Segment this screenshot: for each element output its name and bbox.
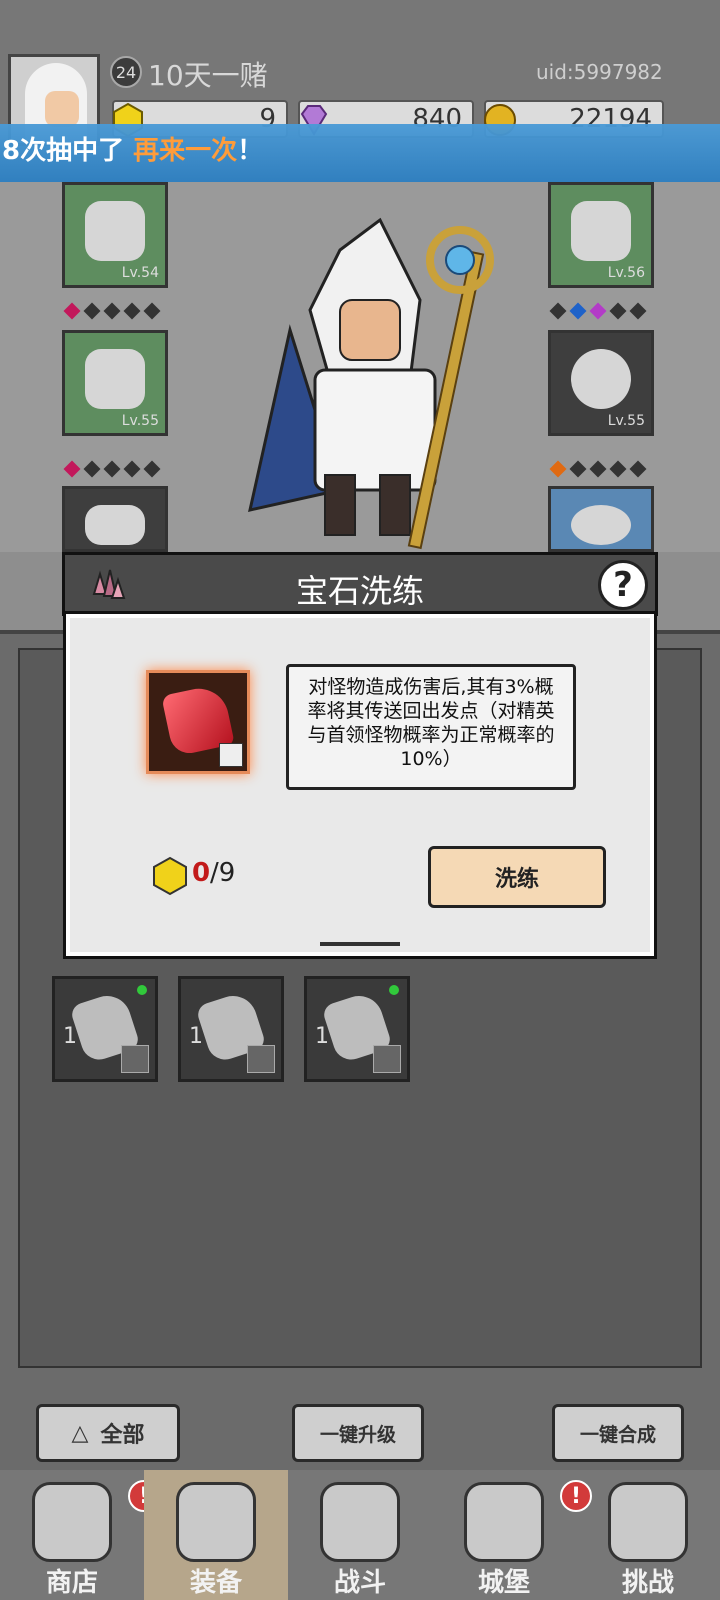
equip-level: Lv.56 [607, 265, 645, 281]
boot-tag-icon [219, 743, 243, 767]
item-quantity: 1 [189, 1024, 203, 1049]
equip-level: Lv.54 [121, 265, 159, 281]
equip-level: Lv.55 [121, 413, 159, 429]
hood-icon [85, 201, 145, 261]
equip-level: Lv.55 [607, 413, 645, 429]
announcement-highlight: 再来一次 [133, 136, 238, 166]
refine-button[interactable]: 洗练 [428, 846, 606, 908]
nav-castle[interactable]: 城堡 [432, 1470, 576, 1600]
cost-required: /9 [210, 858, 236, 888]
crossed-swords-icon [320, 1482, 400, 1562]
equip-slot-hood[interactable]: Lv.54 [62, 182, 168, 288]
filter-all-button[interactable]: △ 全部 [36, 1404, 180, 1462]
gem-slot[interactable] [146, 670, 250, 774]
hero-character [248, 217, 494, 550]
inventory-item[interactable]: 1 [304, 976, 410, 1082]
ring-icon [571, 349, 631, 409]
player-name: 10天一赌 [148, 59, 268, 92]
nav-battle[interactable]: 战斗 [288, 1470, 432, 1600]
refine-label: 洗练 [494, 867, 539, 892]
gem-sockets [63, 302, 166, 320]
yellow-gem-icon [153, 856, 187, 896]
inventory-item[interactable]: 1 [52, 976, 158, 1082]
upgrade-all-button[interactable]: 一键升级 [292, 1404, 424, 1462]
nav-equipment[interactable]: 装备 [144, 1470, 288, 1600]
inventory-item[interactable]: 1 [178, 976, 284, 1082]
nav-castle-label: 城堡 [477, 1568, 530, 1598]
gem-sockets [63, 460, 166, 478]
item-quantity: 1 [63, 1024, 77, 1049]
arm-guard-icon [571, 201, 631, 261]
filter-all-label: 全部 [100, 1423, 145, 1448]
nav-challenge-label: 挑战 [621, 1568, 674, 1598]
gem-sockets [549, 460, 652, 478]
announcement-suffix: ！ [237, 136, 264, 166]
equip-slot-bag[interactable] [62, 486, 168, 552]
backpack-icon [176, 1482, 256, 1562]
equip-slot-cloak[interactable]: Lv.55 [62, 330, 168, 436]
announcement-text: 8次抽中了 再来一次！ [2, 130, 263, 167]
hammer-icon [121, 1045, 149, 1073]
triangle-up-icon: △ [71, 1420, 89, 1446]
necklace-icon [571, 505, 631, 545]
new-indicator [389, 985, 399, 995]
merge-all-button[interactable]: 一键合成 [552, 1404, 684, 1462]
gem-effect-description: 对怪物造成伤害后,其有3%概率将其传送回出发点（对精英与首领怪物概率为正常概率的… [286, 664, 576, 790]
modal-title: 宝石洗练 [295, 572, 424, 610]
equip-slot-arm[interactable]: Lv.56 [548, 182, 654, 288]
nav-shop[interactable]: 商店 [0, 1470, 144, 1600]
gem-sockets [549, 302, 652, 320]
castle-icon [464, 1482, 544, 1562]
new-indicator [137, 985, 147, 995]
nav-battle-label: 战斗 [333, 1568, 386, 1598]
bag-icon [85, 505, 145, 545]
item-quantity: 1 [315, 1024, 329, 1049]
shop-icon [32, 1482, 112, 1562]
equip-slot-necklace[interactable] [548, 486, 654, 552]
help-button[interactable]: ? [598, 560, 648, 610]
equip-slot-ring[interactable]: Lv.55 [548, 330, 654, 436]
nav-equipment-label: 装备 [189, 1568, 242, 1598]
announcement-prefix: 8次抽中了 [2, 136, 134, 166]
nav-challenge[interactable]: 挑战 [576, 1470, 720, 1600]
nav-shop-label: 商店 [45, 1568, 98, 1598]
boot-icon [373, 1045, 401, 1073]
helmet-icon [247, 1045, 275, 1073]
modal-handle [320, 942, 400, 946]
player-uid: uid:5997982 [536, 60, 663, 84]
shield-icon [608, 1482, 688, 1562]
upgrade-all-label: 一键升级 [319, 1423, 396, 1446]
cloak-icon [85, 349, 145, 409]
player-level-badge: 24 [110, 56, 142, 88]
cost-owned: 0 [192, 858, 211, 888]
merge-all-label: 一键合成 [579, 1423, 656, 1446]
